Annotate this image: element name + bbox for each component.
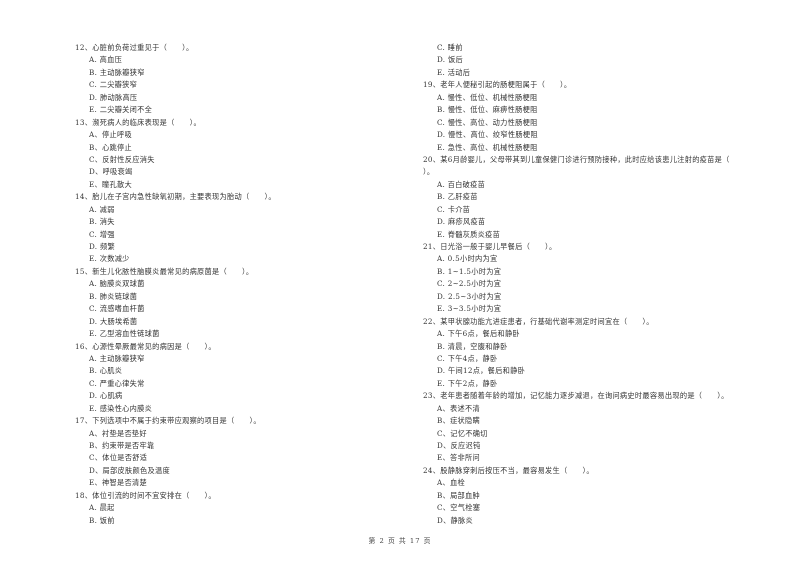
question-17: 17、下列选项中不属于约束带应观察的项目是（ ）。 A、衬垫是否垫好 B、约束带是否…	[75, 415, 395, 490]
question-stem: 18、体位引流的时间不宜安排在（ ）。	[75, 490, 216, 500]
question-option: B. 清晨，空腹和静卧	[437, 341, 508, 351]
question-stem: 16、心源性晕厥最常见的病因是（ ）。	[75, 341, 216, 351]
question-option: B. 消失	[89, 217, 115, 227]
question-14: 14、胎儿在子宫内急性缺氧初期，主要表现为胎动（ ）。 A. 减弱 B. 消失 C. …	[75, 191, 395, 266]
question-option: D. 慢性、高位、绞窄性肠梗阻	[437, 130, 538, 140]
question-12: 12、心脏前负荷过重见于（ ）。 A. 高血压 B. 主动脉瓣狭窄 C. 二尖瓣狭窄 D…	[75, 42, 395, 117]
question-option: A. 高血压	[89, 55, 123, 65]
question-option: A. 百白破疫苗	[437, 179, 486, 189]
question-option: D、局部皮肤颜色及温度	[89, 465, 170, 475]
question-option: A. 慢性、低位、机械性肠梗阻	[437, 92, 538, 102]
question-option: E. 活动后	[437, 67, 471, 77]
question-stem-continued: ）。	[423, 167, 435, 177]
question-option: D. 饭后	[437, 55, 463, 65]
question-option: D、呼吸衰竭	[89, 167, 133, 177]
question-option: D. 大肠埃希菌	[89, 316, 138, 326]
question-option: D、反应迟钝	[437, 441, 481, 450]
question-option: E. 二尖瓣关闭不全	[89, 105, 153, 115]
question-option: C、体位是否舒适	[89, 453, 148, 463]
question-option: A、表述不清	[437, 403, 480, 413]
question-stem: 23、老年患者随着年龄的增加，记忆能力逐步减退，在询问病史时最容易出现的是（ ）…	[423, 391, 729, 401]
question-option: B. 乙肝疫苗	[437, 192, 478, 202]
question-option: C. 睡前	[437, 43, 463, 52]
question-stem: 13、濒死病人的临床表现是（ ）。	[75, 117, 201, 127]
question-19: 19、老年人便秘引起的肠梗阻属于（ ）。 A. 慢性、低位、机械性肠梗阻 B. 慢性…	[423, 79, 773, 154]
question-stem: 14、胎儿在子宫内急性缺氧初期，主要表现为胎动（ ）。	[75, 192, 276, 202]
question-option: E、答非所问	[437, 453, 480, 463]
question-15: 15、新生儿化脓性脑膜炎最常见的病原菌是（ ）。 A. 脑膜炎双球菌 B. 肺炎链球…	[75, 266, 395, 341]
question-option: B、约束带是否牢靠	[89, 441, 155, 450]
question-22: 22、某甲状腺功能亢进症患者，行基础代谢率测定时间宜在（ ）。 A. 下午6点，餐…	[423, 316, 773, 391]
question-option: D. 2.5~3小时为宜	[437, 291, 502, 301]
question-option: D. 麻疹风疫苗	[437, 217, 486, 227]
question-stem: 17、下列选项中不属于约束带应观察的项目是（ ）。	[75, 416, 261, 426]
question-option: E. 下午2点，静卧	[437, 378, 498, 388]
question-option: C. 下午4点，静卧	[437, 353, 498, 363]
question-option: C. 卡介苗	[437, 204, 471, 214]
question-option: A. 主动脉瓣狭窄	[89, 353, 145, 363]
question-option: A. 下午6点，餐后和静卧	[437, 329, 520, 339]
question-option: C. 慢性、高位、动力性肠梗阻	[437, 117, 538, 127]
question-23: 23、老年患者随着年龄的增加，记忆能力逐步减退，在询问病史时最容易出现的是（ ）…	[423, 390, 773, 465]
question-stem: 19、老年人便秘引起的肠梗阻属于（ ）。	[423, 80, 572, 90]
question-option: B. 肺炎链球菌	[89, 291, 138, 301]
question-option: D. 心肌病	[89, 391, 123, 401]
question-21: 21、日光浴一般于婴儿早餐后（ ）。 A. 0.5小时内为宜 B. 1~1.5小时为…	[423, 241, 773, 316]
question-option: A、停止呼吸	[89, 130, 132, 140]
question-option: C、空气栓塞	[437, 503, 481, 513]
question-option: E、神智是否清楚	[89, 478, 147, 488]
question-option: A、衬垫是否垫好	[89, 428, 147, 438]
question-option: E. 急性、高位、机械性肠梗阻	[437, 142, 538, 152]
question-option: C、反射性反应消失	[89, 154, 155, 164]
question-option: E. 感染性心内膜炎	[89, 403, 153, 413]
question-option: A、血栓	[437, 478, 465, 488]
question-stem: 15、新生儿化脓性脑膜炎最常见的病原菌是（ ）。	[75, 266, 254, 276]
question-16: 16、心源性晕厥最常见的病因是（ ）。 A. 主动脉瓣狭窄 B. 心肌炎 C. 严重心…	[75, 341, 395, 416]
question-option: E. 乙型溶血性链球菌	[89, 329, 160, 339]
question-option: C. 二尖瓣狭窄	[89, 80, 138, 90]
question-20: 20、某6月龄婴儿，父母带其到儿童保健门诊进行预防接种，此时应给该患儿注射的疫苗…	[423, 154, 773, 241]
question-option: B. 心肌炎	[89, 366, 123, 376]
question-option: A. 0.5小时内为宜	[437, 254, 498, 264]
question-option: B、症状隐瞒	[437, 416, 481, 426]
question-option: B. 饭前	[89, 515, 115, 525]
question-18: 18、体位引流的时间不宜安排在（ ）。 A. 晨起 B. 饭前	[75, 490, 395, 527]
question-option: D. 肺动脉高压	[89, 92, 138, 102]
question-option: B. 慢性、低位、麻痹性肠梗阻	[437, 105, 538, 115]
question-option: D、静脉炎	[437, 515, 474, 525]
question-option: E. 次数减少	[89, 254, 130, 264]
question-option: A. 脑膜炎双球菌	[89, 279, 145, 289]
question-option: D. 午间12点，餐后和静卧	[437, 366, 526, 376]
question-stem: 21、日光浴一般于婴儿早餐后（ ）。	[423, 242, 557, 251]
question-24: 24、股静脉穿刺后按压不当，最容易发生（ ）。 A、血栓 B、局部血肿 C、空气栓塞 D…	[423, 465, 773, 527]
question-option: B. 主动脉瓣狭窄	[89, 67, 145, 77]
question-option: C. 流感嗜血杆菌	[89, 304, 145, 314]
question-option: B、局部血肿	[437, 490, 481, 500]
question-option: C. 严重心律失常	[89, 378, 145, 388]
question-stem: 22、某甲状腺功能亢进症患者，行基础代谢率测定时间宜在（ ）。	[423, 316, 654, 326]
question-option: E. 3~3.5小时为宜	[437, 304, 502, 314]
question-13: 13、濒死病人的临床表现是（ ）。 A、停止呼吸 B、心跳停止 C、反射性反应消失 D、…	[75, 117, 395, 192]
right-column: C. 睡前 D. 饭后 E. 活动后 19、老年人便秘引起的肠梗阻属于（ ）。 A. 慢…	[423, 42, 773, 527]
question-option: C. 2~2.5小时为宜	[437, 279, 502, 289]
left-column: 12、心脏前负荷过重见于（ ）。 A. 高血压 B. 主动脉瓣狭窄 C. 二尖瓣狭窄 D…	[75, 42, 395, 527]
question-stem: 12、心脏前负荷过重见于（ ）。	[75, 43, 194, 52]
question-option: B. 1~1.5小时为宜	[437, 266, 502, 276]
question-stem: 24、股静脉穿刺后按压不当，最容易发生（ ）。	[423, 465, 594, 475]
question-option: E、瞳孔散大	[89, 179, 132, 189]
question-option: B、心跳停止	[89, 142, 133, 152]
question-option: A. 晨起	[89, 503, 115, 513]
question-stem: 20、某6月龄婴儿，父母带其到儿童保健门诊进行预防接种，此时应给该患儿注射的疫苗…	[423, 154, 730, 164]
question-option: C、记忆不确切	[437, 428, 488, 438]
question-option: C. 增强	[89, 229, 115, 239]
question-option: E. 脊髓灰质炎疫苗	[437, 229, 501, 239]
page-footer: 第 2 页 共 17 页	[368, 537, 432, 545]
question-option: A. 减弱	[89, 204, 115, 214]
question-option: D. 频繁	[89, 242, 115, 251]
